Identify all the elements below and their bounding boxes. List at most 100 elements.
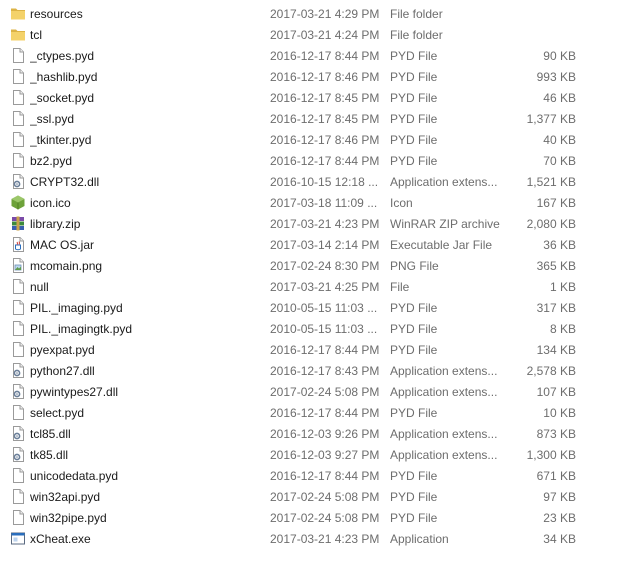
file-name: tcl [30, 28, 42, 42]
file-size: 46 KB [543, 91, 576, 105]
explorer-window: { "files": [ {"name": "resources", "date… [0, 0, 619, 565]
file-size: 2,080 KB [526, 217, 576, 231]
folder-icon [10, 26, 26, 43]
file-row[interactable]: resources 2017-03-21 4:29 PM File folder [0, 3, 619, 24]
file-date-modified: 2016-12-17 8:44 PM [270, 49, 380, 63]
file-row[interactable]: pyexpat.pyd 2016-12-17 8:44 PM PYD File 134… [0, 339, 619, 360]
file-name: python27.dll [30, 364, 95, 378]
file-size: 993 KB [536, 70, 576, 84]
file-icon [10, 404, 26, 421]
file-date-modified: 2017-03-21 4:23 PM [270, 532, 380, 546]
file-row[interactable]: tk85.dll 2016-12-03 9:27 PM Application ex… [0, 444, 619, 465]
file-date-modified: 2017-03-21 4:25 PM [270, 280, 380, 294]
dll-icon [10, 425, 26, 442]
file-row[interactable]: pywintypes27.dll 2017-02-24 5:08 PM Applic… [0, 381, 619, 402]
file-type: PYD File [390, 490, 438, 504]
file-row[interactable]: xCheat.exe 2017-03-21 4:23 PM Application 3… [0, 528, 619, 549]
file-size: 107 KB [536, 385, 576, 399]
file-type: Application extens... [390, 385, 498, 399]
file-name: _hashlib.pyd [30, 70, 98, 84]
file-size: 167 KB [536, 196, 576, 210]
file-type: PNG File [390, 259, 439, 273]
file-name: select.pyd [30, 406, 85, 420]
file-row[interactable]: _ctypes.pyd 2016-12-17 8:44 PM PYD File 90 … [0, 45, 619, 66]
file-date-modified: 2017-03-18 11:09 ... [270, 196, 378, 210]
file-icon [10, 278, 26, 295]
file-size: 90 KB [543, 49, 576, 63]
file-row[interactable]: tcl85.dll 2016-12-03 9:26 PM Application e… [0, 423, 619, 444]
file-row[interactable]: _tkinter.pyd 2016-12-17 8:46 PM PYD File 40… [0, 129, 619, 150]
file-row[interactable]: icon.ico 2017-03-18 11:09 ... Icon 167 KB [0, 192, 619, 213]
file-date-modified: 2016-12-03 9:27 PM [270, 448, 380, 462]
file-row[interactable]: MAC OS.jar 2017-03-14 2:14 PM Executable J… [0, 234, 619, 255]
file-icon [10, 509, 26, 526]
file-name: PIL._imaging.pyd [30, 301, 123, 315]
file-type: PYD File [390, 511, 438, 525]
file-date-modified: 2010-05-15 11:03 ... [270, 322, 378, 336]
dll-icon [10, 446, 26, 463]
file-icon [10, 320, 26, 337]
file-type: File folder [390, 7, 443, 21]
file-name: xCheat.exe [30, 532, 91, 546]
file-row[interactable]: PIL._imagingtk.pyd 2010-05-15 11:03 ... PY… [0, 318, 619, 339]
file-row[interactable]: CRYPT32.dll 2016-10-15 12:18 ... Applicati… [0, 171, 619, 192]
file-type: PYD File [390, 343, 438, 357]
file-date-modified: 2016-12-17 8:45 PM [270, 112, 380, 126]
file-icon [10, 299, 26, 316]
file-name: PIL._imagingtk.pyd [30, 322, 133, 336]
file-row[interactable]: mcomain.png 2017-02-24 8:30 PM PNG File 365… [0, 255, 619, 276]
file-icon [10, 47, 26, 64]
file-name: pyexpat.pyd [30, 343, 95, 357]
file-type: Application extens... [390, 448, 498, 462]
file-type: PYD File [390, 469, 438, 483]
file-row[interactable]: win32api.pyd 2017-02-24 5:08 PM PYD File 97… [0, 486, 619, 507]
dll-icon [10, 383, 26, 400]
file-size: 70 KB [543, 154, 576, 168]
file-date-modified: 2017-03-21 4:29 PM [270, 7, 380, 21]
file-date-modified: 2016-10-15 12:18 ... [270, 175, 379, 189]
file-size: 8 KB [549, 322, 576, 336]
zip-icon [10, 215, 26, 232]
file-icon [10, 467, 26, 484]
file-date-modified: 2017-02-24 5:08 PM [270, 490, 380, 504]
file-type: Application extens... [390, 364, 498, 378]
file-name: _tkinter.pyd [30, 133, 92, 147]
file-row[interactable]: null 2017-03-21 4:25 PM File 1 KB [0, 276, 619, 297]
file-icon [10, 131, 26, 148]
file-date-modified: 2017-02-24 5:08 PM [270, 385, 380, 399]
file-row[interactable]: tcl 2017-03-21 4:24 PM File folder [0, 24, 619, 45]
file-size: 671 KB [536, 469, 576, 483]
file-name: mcomain.png [30, 259, 103, 273]
file-row[interactable]: library.zip 2017-03-21 4:23 PM WinRAR ZIP … [0, 213, 619, 234]
file-row[interactable]: _hashlib.pyd 2016-12-17 8:46 PM PYD File 99… [0, 66, 619, 87]
file-size: 36 KB [543, 238, 576, 252]
file-row[interactable]: select.pyd 2016-12-17 8:44 PM PYD File 10 K… [0, 402, 619, 423]
file-list: resources 2017-03-21 4:29 PM File folder tc… [0, 3, 619, 549]
file-type: PYD File [390, 406, 438, 420]
file-type: PYD File [390, 322, 438, 336]
file-type: File [390, 280, 410, 294]
file-date-modified: 2016-12-17 8:44 PM [270, 406, 380, 420]
file-size: 1,300 KB [526, 448, 576, 462]
file-type: PYD File [390, 154, 438, 168]
file-row[interactable]: win32pipe.pyd 2017-02-24 5:08 PM PYD File 2… [0, 507, 619, 528]
file-icon [10, 68, 26, 85]
file-date-modified: 2016-12-17 8:44 PM [270, 469, 380, 483]
file-row[interactable]: PIL._imaging.pyd 2010-05-15 11:03 ... PYD … [0, 297, 619, 318]
file-row[interactable]: python27.dll 2016-12-17 8:43 PM Applicatio… [0, 360, 619, 381]
file-type: Application extens... [390, 427, 498, 441]
file-row[interactable]: unicodedata.pyd 2016-12-17 8:44 PM PYD Fil… [0, 465, 619, 486]
file-date-modified: 2016-12-17 8:44 PM [270, 343, 380, 357]
file-row[interactable]: _socket.pyd 2016-12-17 8:45 PM PYD File 46 … [0, 87, 619, 108]
file-type: PYD File [390, 91, 438, 105]
file-date-modified: 2016-12-17 8:43 PM [270, 364, 380, 378]
file-size: 873 KB [536, 427, 576, 441]
file-name: win32pipe.pyd [30, 511, 107, 525]
file-date-modified: 2016-12-17 8:45 PM [270, 91, 380, 105]
file-type: WinRAR ZIP archive [390, 217, 500, 231]
file-row[interactable]: _ssl.pyd 2016-12-17 8:45 PM PYD File 1,377 … [0, 108, 619, 129]
file-size: 23 KB [543, 511, 576, 525]
file-row[interactable]: bz2.pyd 2016-12-17 8:44 PM PYD File 70 KB [0, 150, 619, 171]
file-date-modified: 2017-02-24 8:30 PM [270, 259, 380, 273]
file-type: Icon [390, 196, 413, 210]
